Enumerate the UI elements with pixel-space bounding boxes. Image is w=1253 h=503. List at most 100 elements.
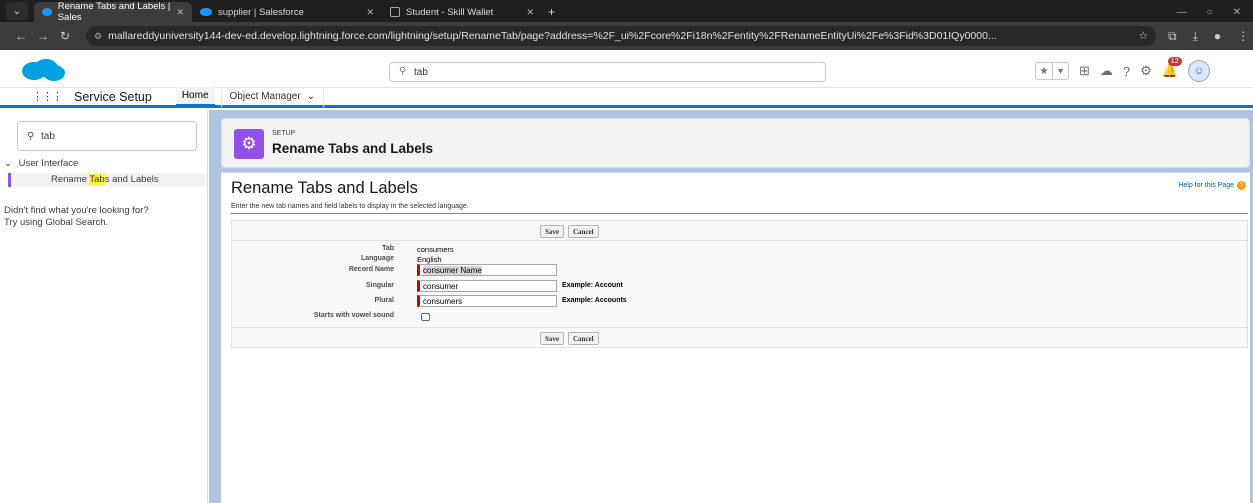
form-row-vowel: Starts with vowel sound [232,312,1247,324]
form-row-plural: Plural consumers Example: Accounts [232,295,1247,309]
tree-section-label: User Interface [18,158,79,169]
reload-icon[interactable]: ↻ [54,29,76,43]
tab-label: Tab [382,245,394,252]
browser-toolbar: ← → ↻ ⚙ mallareddyuniversity144-dev-ed.d… [0,22,1253,50]
tab-search-icon[interactable]: ⌄ [6,2,28,20]
page-title: Rename Tabs and Labels [231,179,418,197]
record-name-label: Record Name [348,266,394,273]
quick-find-value: tab [41,130,55,142]
save-button[interactable]: Save [540,332,564,345]
global-search-hint: Try using Global Search. [4,217,109,228]
browser-menu-icon[interactable]: ⋮ [1237,29,1249,44]
salesforce-favicon-icon [200,8,212,16]
browser-tab-label: Rename Tabs and Labels | Sales [57,1,171,23]
form-row-singular: Singular consumer Example: Account [232,280,1247,294]
browser-tab-supplier[interactable]: supplier | Salesforce ✕ [192,2,382,22]
save-button[interactable]: Save [540,225,564,238]
notifications-bell-icon[interactable]: 🔔 12 [1162,57,1182,79]
minimize-icon[interactable]: — [1177,7,1187,18]
page-description: Enter the new tab names and field labels… [231,203,469,210]
close-tab-icon[interactable]: ✕ [176,7,184,18]
plural-label: Plural [374,297,394,304]
cancel-button[interactable]: Cancel [568,225,599,238]
app-launcher-icon[interactable]: ⋮⋮⋮ [32,90,63,103]
record-name-value: consumer Name [423,265,482,275]
not-found-line: Didn't find what you're looking for? [4,205,149,216]
salesforce-favicon-icon [42,8,52,16]
singular-field[interactable]: consumer [417,280,557,292]
singular-example: Example: Account [562,282,623,289]
browser-tab-label: supplier | Salesforce [218,6,304,18]
singular-value: consumer [423,281,459,291]
not-found-message: Didn't find what you're looking for? Try… [4,205,149,229]
tab-value: consumers [417,245,454,254]
quick-find-input[interactable]: ⚲ tab [17,121,197,151]
download-icon[interactable]: ⤓ [1193,29,1198,44]
plural-example: Example: Accounts [562,297,627,304]
salesforce-global-header: ⚲ tab ★ ▾ ⊞ ☁ ? ⚙ 🔔 12 ☺ [0,50,1253,88]
bookmark-star-icon[interactable]: ☆ [1139,30,1148,42]
bottom-button-bar: Save Cancel [232,327,1247,347]
extensions-icon[interactable]: ⧉ [1168,29,1177,44]
browser-tab-rename[interactable]: Rename Tabs and Labels | Sales ✕ [34,1,192,23]
tab-object-manager[interactable]: Object Manager ⌄ [220,86,325,107]
sidebar-item-label-start: Rename [51,174,90,185]
language-label: Language [360,255,394,262]
address-bar[interactable]: ⚙ mallareddyuniversity144-dev-ed.develop… [86,26,1156,46]
page-favicon-icon [390,7,400,17]
maximize-icon[interactable]: ○ [1207,7,1213,18]
global-actions-icon[interactable]: ⊞ [1079,63,1090,79]
forward-icon[interactable]: → [32,29,54,43]
close-tab-icon[interactable]: ✕ [526,7,534,18]
site-info-icon[interactable]: ⚙ [94,31,102,42]
setup-sidebar: ⚲ tab ⌄ User Interface Rename Tabs and L… [0,110,208,503]
favorites-group: ★ ▾ [1035,62,1069,80]
page-header-title: Rename Tabs and Labels [272,141,434,156]
global-search-input[interactable]: ⚲ tab [389,62,826,82]
notification-badge: 12 [1167,57,1182,66]
setup-gear-icon[interactable]: ⚙ [1140,63,1152,79]
plural-value: consumers [423,296,463,306]
content-panel: Rename Tabs and Labels Help for this Pag… [221,172,1250,503]
help-icon[interactable]: ? [1123,64,1130,79]
vowel-sound-checkbox[interactable] [421,313,430,321]
search-icon: ⚲ [27,131,35,142]
global-search-value: tab [414,66,428,78]
chevron-down-icon[interactable]: ⌄ [307,91,315,102]
page-header-eyebrow: SETUP [272,130,296,137]
close-window-icon[interactable]: ✕ [1233,7,1241,18]
rename-form: Save Cancel Tab consumers Language Engli… [231,220,1248,348]
app-navigation-bar: ⋮⋮⋮ Service Setup Home Object Manager ⌄ [0,86,1253,108]
profile-icon[interactable]: ● [1214,29,1221,44]
sidebar-item-label-end: s and Labels [104,174,159,185]
setup-main-area: ⚙ SETUP Rename Tabs and Labels Rename Ta… [209,110,1253,503]
singular-label: Singular [365,282,394,289]
vowel-sound-label: Starts with vowel sound [313,312,394,319]
setup-gear-icon: ⚙ [234,129,264,159]
salesforce-logo-icon[interactable] [20,58,66,82]
trailhead-icon[interactable]: ☁ [1100,63,1113,79]
window-controls: — ○ ✕ [1177,7,1253,18]
search-icon: ⚲ [399,66,407,77]
plural-field[interactable]: consumers [417,295,557,307]
divider [231,213,1248,214]
back-icon[interactable]: ← [10,29,32,43]
favorites-list-icon[interactable]: ▾ [1052,63,1068,79]
help-question-icon: ? [1237,181,1246,190]
browser-tab-skill-wallet[interactable]: Student - Skill Wallet ✕ [382,2,542,22]
user-avatar[interactable]: ☺ [1187,60,1210,82]
form-row-record-name: Record Name consumer Name [232,264,1247,278]
browser-tab-strip: ⌄ Rename Tabs and Labels | Sales ✕ suppl… [0,0,1253,23]
tree-section-user-interface[interactable]: ⌄ User Interface [4,158,78,169]
tab-home[interactable]: Home [175,86,215,107]
sidebar-item-rename-tabs[interactable]: Rename Tabs and Labels [8,173,206,187]
record-name-field[interactable]: consumer Name [417,264,557,276]
help-for-page-link[interactable]: Help for this Page ? [1178,181,1246,190]
tab-object-manager-label: Object Manager [229,91,301,102]
url-text: mallareddyuniversity144-dev-ed.develop.l… [108,30,997,42]
new-tab-icon[interactable]: + [548,5,555,19]
browser-tab-label: Student - Skill Wallet [406,6,494,18]
favorites-star-icon[interactable]: ★ [1036,63,1052,79]
cancel-button[interactable]: Cancel [568,332,599,345]
close-tab-icon[interactable]: ✕ [366,7,374,18]
